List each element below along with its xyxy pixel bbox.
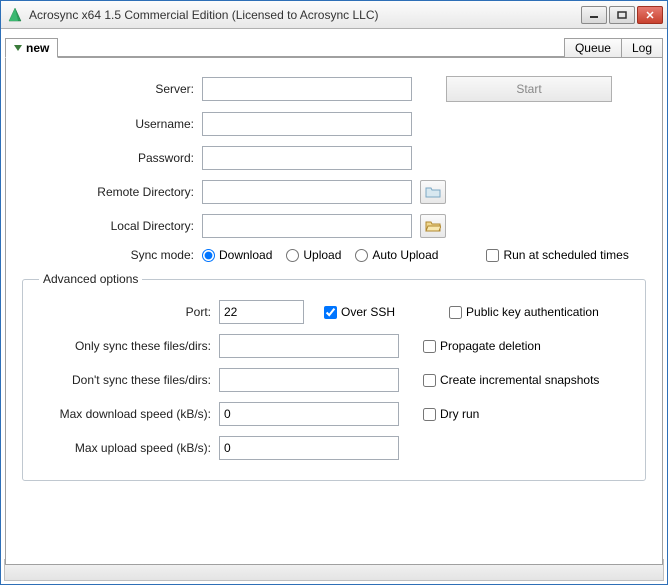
dry-run-label: Dry run (440, 407, 479, 421)
app-icon (7, 7, 23, 23)
sync-mode-auto-upload-label: Auto Upload (372, 248, 438, 262)
window-title: Acrosync x64 1.5 Commercial Edition (Lic… (29, 8, 581, 22)
over-ssh-checkbox[interactable]: Over SSH (324, 305, 395, 319)
sync-mode-upload-label: Upload (303, 248, 341, 262)
folder-open-icon (425, 219, 441, 233)
username-input[interactable] (202, 112, 412, 136)
propagate-checkbox[interactable]: Propagate deletion (423, 339, 541, 353)
close-button[interactable] (637, 6, 663, 24)
browse-remote-button[interactable] (420, 180, 446, 204)
queue-button[interactable]: Queue (564, 38, 622, 58)
remote-dir-label: Remote Directory: (22, 185, 202, 199)
local-dir-label: Local Directory: (22, 219, 202, 233)
main-panel: Server: Start Username: Password: Remote… (5, 57, 663, 565)
advanced-options-legend: Advanced options (39, 272, 142, 286)
pubkey-label: Public key authentication (466, 305, 599, 319)
folder-icon (425, 185, 441, 199)
dry-run-checkbox[interactable]: Dry run (423, 407, 479, 421)
sync-mode-download[interactable]: Download (202, 248, 272, 262)
tab-profile[interactable]: new (5, 38, 58, 58)
run-scheduled-label: Run at scheduled times (503, 248, 628, 262)
remote-dir-input[interactable] (202, 180, 412, 204)
sync-mode-auto-upload[interactable]: Auto Upload (355, 248, 438, 262)
sync-mode-upload[interactable]: Upload (286, 248, 341, 262)
dont-sync-label: Don't sync these files/dirs: (39, 373, 219, 387)
tab-bar: new Queue Log (5, 33, 663, 57)
propagate-label: Propagate deletion (440, 339, 541, 353)
tab-profile-label: new (26, 41, 49, 55)
port-label: Port: (39, 305, 219, 319)
server-input[interactable] (202, 77, 412, 101)
minimize-button[interactable] (581, 6, 607, 24)
pubkey-checkbox[interactable]: Public key authentication (449, 305, 599, 319)
only-sync-label: Only sync these files/dirs: (39, 339, 219, 353)
over-ssh-label: Over SSH (341, 305, 395, 319)
max-down-input[interactable] (219, 402, 399, 426)
port-input[interactable] (219, 300, 304, 324)
username-label: Username: (22, 117, 202, 131)
snapshots-checkbox[interactable]: Create incremental snapshots (423, 373, 599, 387)
title-bar: Acrosync x64 1.5 Commercial Edition (Lic… (1, 1, 667, 29)
only-sync-input[interactable] (219, 334, 399, 358)
start-button[interactable]: Start (446, 76, 612, 102)
sync-mode-label: Sync mode: (22, 248, 202, 262)
maximize-button[interactable] (609, 6, 635, 24)
run-scheduled-checkbox[interactable]: Run at scheduled times (486, 248, 628, 262)
server-label: Server: (22, 82, 202, 96)
sync-mode-download-label: Download (219, 248, 272, 262)
dropdown-triangle-icon (14, 45, 22, 51)
log-button[interactable]: Log (622, 38, 663, 58)
password-label: Password: (22, 151, 202, 165)
password-input[interactable] (202, 146, 412, 170)
browse-local-button[interactable] (420, 214, 446, 238)
max-down-label: Max download speed (kB/s): (39, 407, 219, 421)
snapshots-label: Create incremental snapshots (440, 373, 599, 387)
max-up-label: Max upload speed (kB/s): (39, 441, 219, 455)
advanced-options-group: Advanced options Port: Over SSH Public k… (22, 272, 646, 481)
max-up-input[interactable] (219, 436, 399, 460)
local-dir-input[interactable] (202, 214, 412, 238)
dont-sync-input[interactable] (219, 368, 399, 392)
